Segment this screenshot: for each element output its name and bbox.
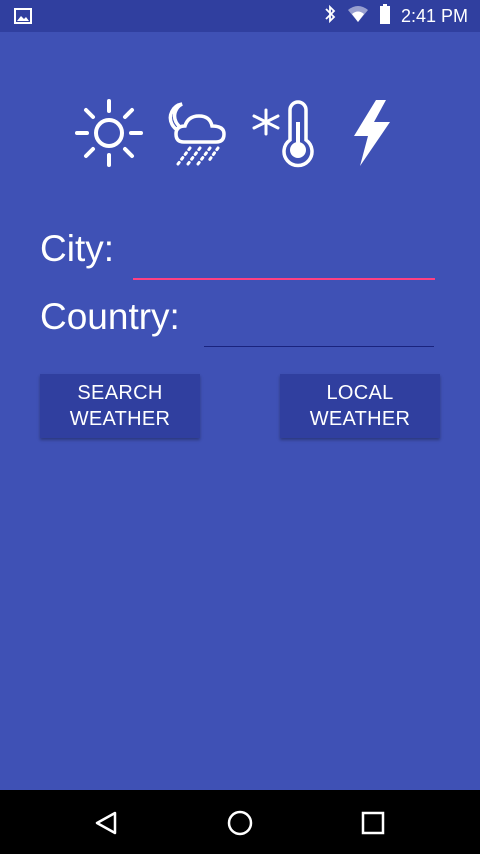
bluetooth-icon bbox=[323, 4, 337, 29]
home-icon[interactable] bbox=[226, 809, 254, 837]
search-button-line2: WEATHER bbox=[69, 408, 171, 430]
sun-icon bbox=[75, 99, 143, 167]
local-button-line1: LOCAL bbox=[326, 382, 394, 404]
search-button-line1: SEARCH bbox=[77, 382, 163, 404]
search-weather-button[interactable]: SEARCH WEATHER bbox=[40, 374, 200, 438]
battery-icon bbox=[379, 3, 391, 29]
status-time: 2:41 PM bbox=[400, 5, 468, 26]
local-weather-button[interactable]: LOCAL WEATHER bbox=[280, 374, 440, 438]
local-button-line2: WEATHER bbox=[309, 408, 411, 430]
night-rain-cloud-icon bbox=[168, 102, 226, 166]
back-icon[interactable] bbox=[93, 810, 119, 836]
main-content: City: Country: SEARCH WEATHER LOCAL WEAT… bbox=[0, 32, 480, 790]
weather-icons-row bbox=[74, 98, 404, 168]
status-bar: 2:41 PM bbox=[0, 0, 480, 32]
snowflake-thermometer-icon bbox=[252, 100, 314, 168]
city-label: City: bbox=[40, 228, 114, 269]
gallery-icon bbox=[14, 8, 32, 29]
wifi-icon bbox=[347, 5, 369, 28]
navigation-bar bbox=[0, 790, 480, 854]
country-input[interactable] bbox=[204, 316, 434, 347]
recents-icon[interactable] bbox=[361, 811, 385, 835]
lightning-icon bbox=[354, 100, 390, 166]
country-label: Country: bbox=[40, 296, 180, 337]
city-input[interactable] bbox=[133, 248, 435, 280]
